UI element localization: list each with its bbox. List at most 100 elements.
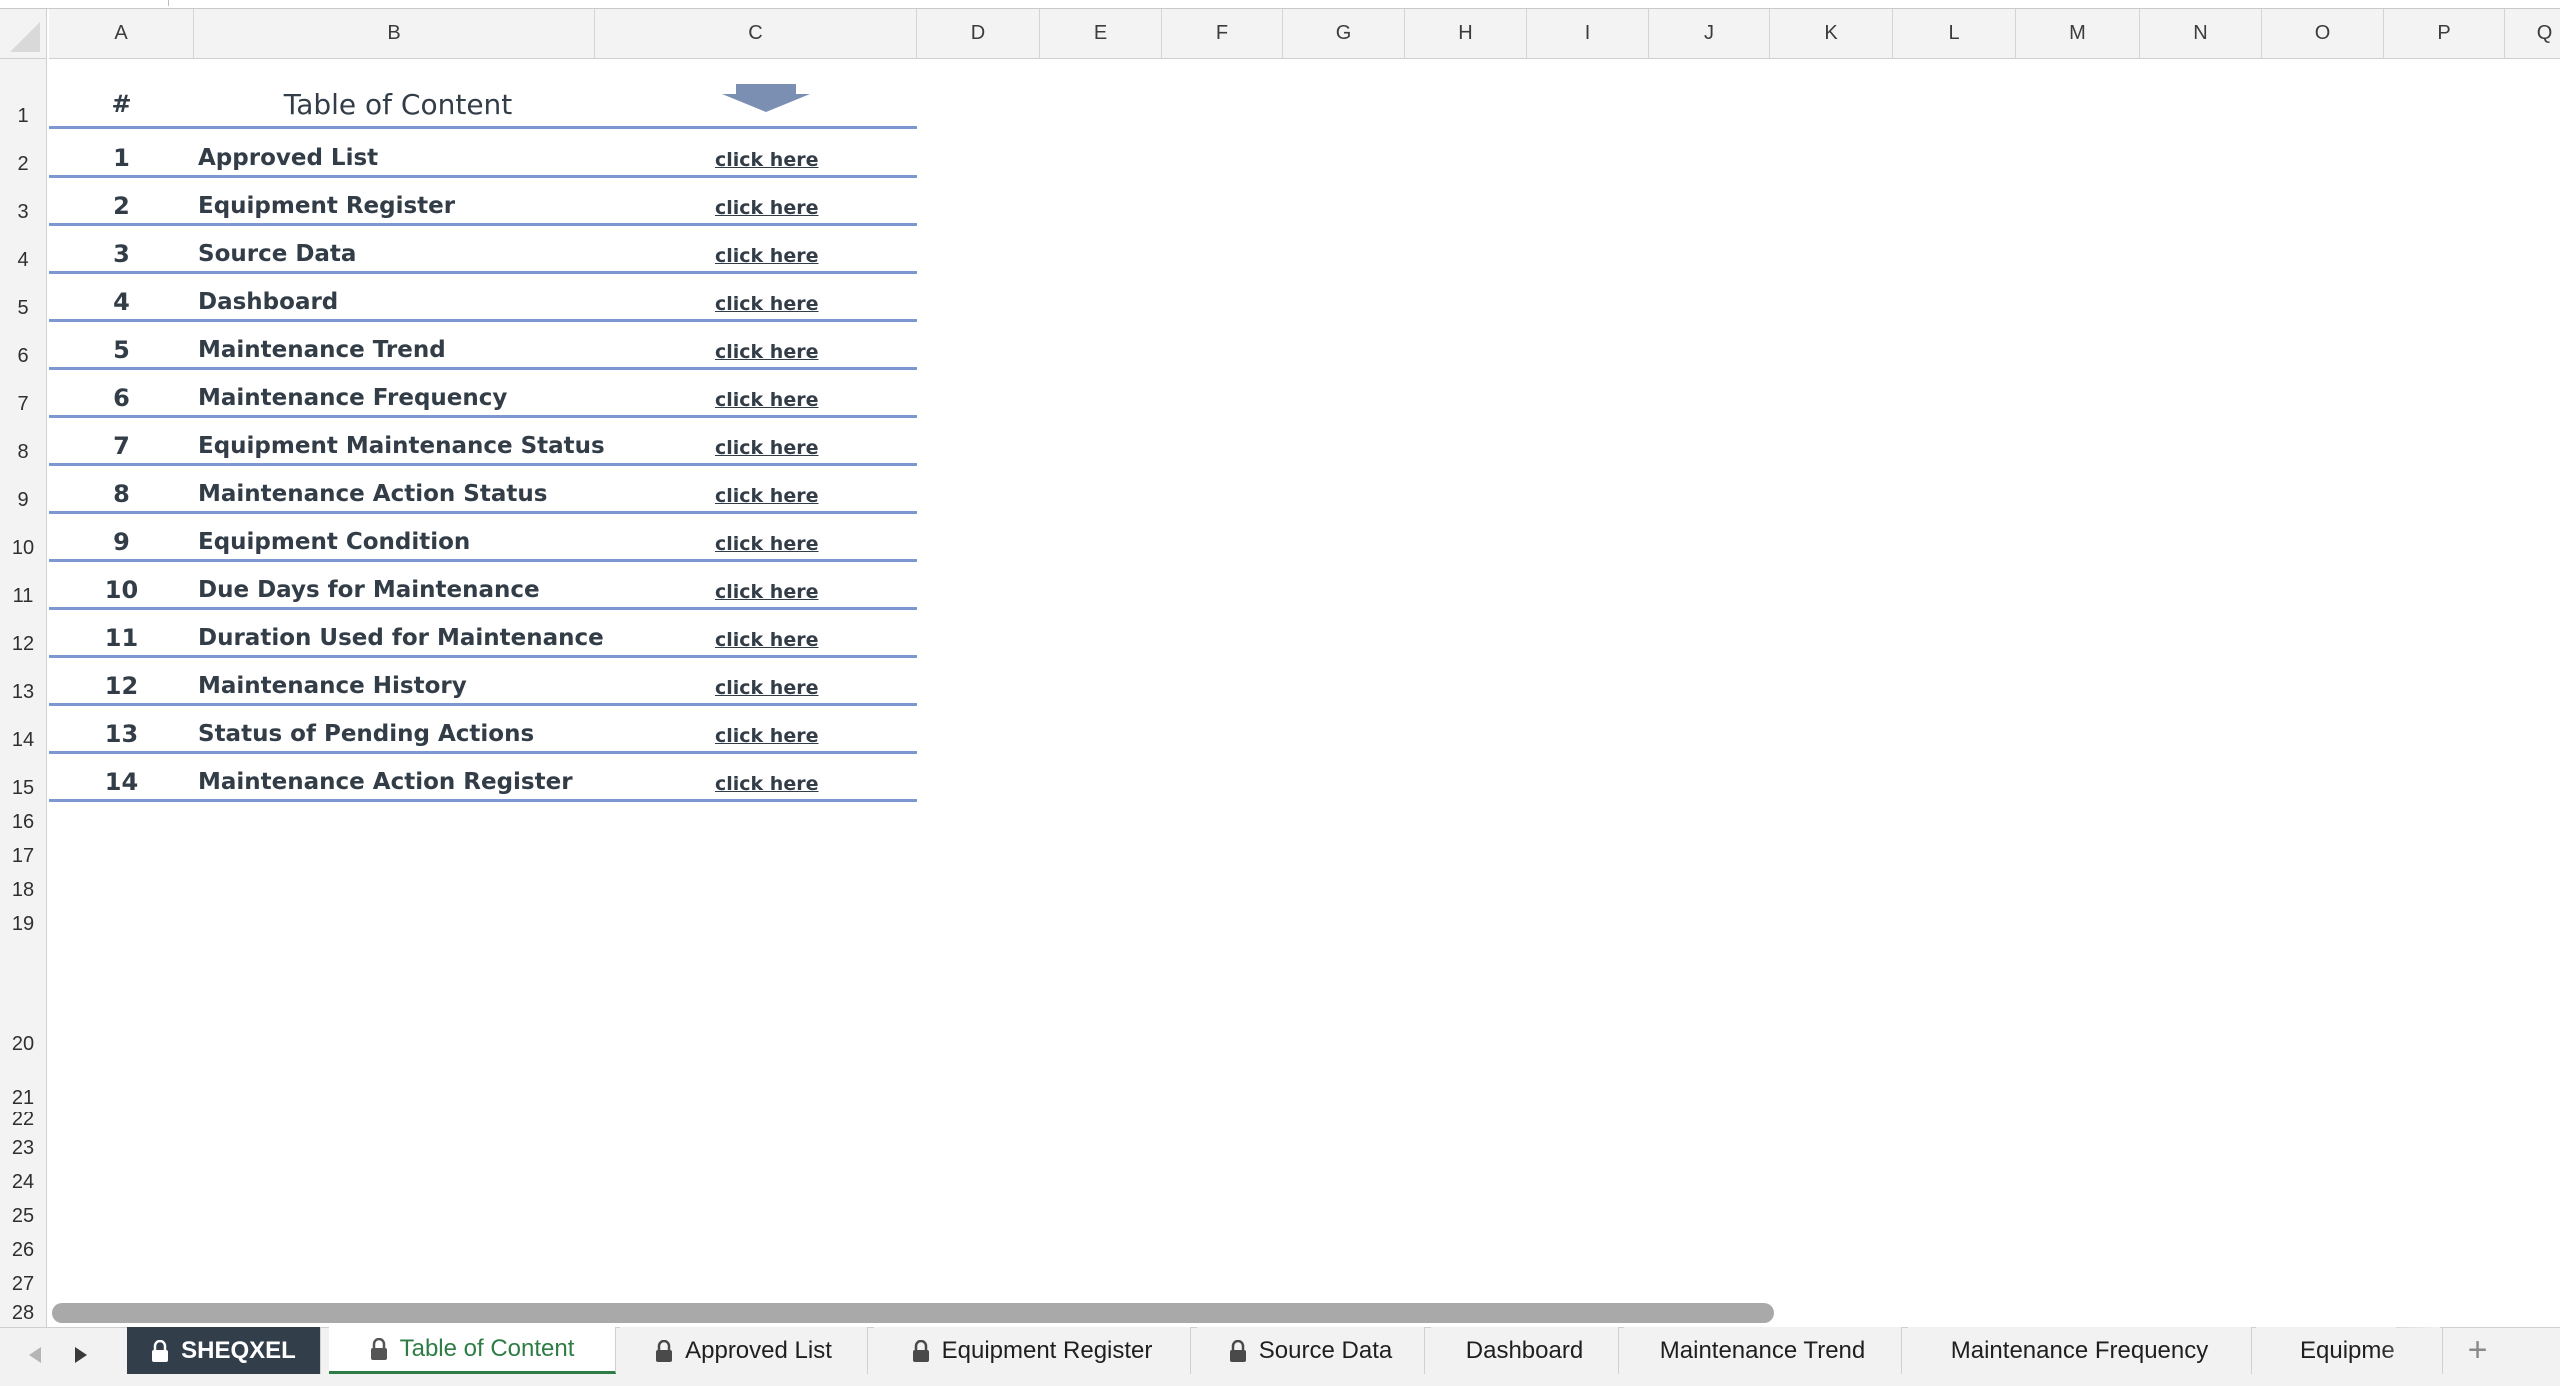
row-header-20[interactable]: 20 [0, 938, 47, 1058]
click-here-link[interactable]: click here [715, 725, 818, 747]
tab-label: Source Data [1258, 1336, 1393, 1364]
row-header-10[interactable]: 10 [0, 514, 47, 562]
tab-label: Maintenance Trend [1659, 1336, 1866, 1364]
row-header-25[interactable]: 25 [0, 1196, 47, 1230]
tab-maintenance-frequency[interactable]: Maintenance Frequency [1908, 1327, 2252, 1374]
row-underline [49, 415, 917, 418]
click-here-link[interactable]: click here [715, 677, 818, 699]
column-header-g[interactable]: G [1283, 9, 1405, 59]
row-header-16[interactable]: 16 [0, 802, 47, 836]
toc-item-label: Status of Pending Actions [198, 721, 535, 747]
row-underline [49, 511, 917, 514]
click-here-link[interactable]: click here [715, 533, 818, 555]
tab-table-of-content[interactable]: Table of Content [329, 1327, 616, 1374]
row-header-11[interactable]: 11 [0, 562, 47, 610]
header-underline [49, 126, 917, 129]
click-here-link[interactable]: click here [715, 341, 818, 363]
row-header-18[interactable]: 18 [0, 870, 47, 904]
horizontal-scrollbar[interactable] [52, 1303, 1774, 1323]
row-header-5[interactable]: 5 [0, 274, 47, 322]
click-here-link[interactable]: click here [715, 629, 818, 651]
spreadsheet: ABCDEFGHIJKLMNOPQ 1 2 3 4 5 6 7 8 9 10 11 12 13 14 15 1… [0, 0, 2560, 1386]
tab-maintenance-trend[interactable]: Maintenance Trend [1624, 1327, 1902, 1374]
row-header-26[interactable]: 26 [0, 1230, 47, 1264]
row-header-2[interactable]: 2 [0, 130, 47, 178]
select-all-corner[interactable] [0, 9, 47, 59]
click-here-link[interactable]: click here [715, 149, 818, 171]
add-sheet-button[interactable]: + [2442, 1327, 2512, 1374]
row-header-17[interactable]: 17 [0, 836, 47, 870]
triangle-right-icon [75, 1347, 87, 1363]
column-header-a[interactable]: A [49, 9, 194, 59]
row-header-28[interactable]: 28 [0, 1298, 47, 1327]
toc-item-number: 2 [113, 192, 130, 220]
column-header-j[interactable]: J [1649, 9, 1770, 59]
tab-label: Approved List [685, 1336, 832, 1364]
column-header-o[interactable]: O [2262, 9, 2384, 59]
column-header-i[interactable]: I [1527, 9, 1649, 59]
row-header-9[interactable]: 9 [0, 466, 47, 514]
column-header-e[interactable]: E [1040, 9, 1162, 59]
click-here-link[interactable]: click here [715, 389, 818, 411]
column-header-k[interactable]: K [1770, 9, 1893, 59]
toc-item-label: Equipment Maintenance Status [198, 433, 605, 459]
row-header-3[interactable]: 3 [0, 178, 47, 226]
tab-label: Dashboard [1465, 1336, 1584, 1364]
toc-item-number: 14 [104, 768, 139, 796]
row-header-13[interactable]: 13 [0, 658, 47, 706]
row-header-27[interactable]: 27 [0, 1264, 47, 1298]
click-here-link[interactable]: click here [715, 773, 818, 795]
column-header-m[interactable]: M [2016, 9, 2140, 59]
column-header-n[interactable]: N [2140, 9, 2262, 59]
row-header-7[interactable]: 7 [0, 370, 47, 418]
toc-item-number: 9 [113, 528, 130, 556]
next-sheet-button[interactable] [66, 1338, 96, 1372]
row-header-12[interactable]: 12 [0, 610, 47, 658]
row-underline [49, 367, 917, 370]
toc-item-number: 8 [113, 480, 130, 508]
toc-item-number: 4 [113, 288, 130, 316]
column-header-b[interactable]: B [194, 9, 595, 59]
column-header-p[interactable]: P [2384, 9, 2505, 59]
row-header-23[interactable]: 23 [0, 1128, 47, 1162]
column-header-d[interactable]: D [917, 9, 1040, 59]
toc-title: Table of Content [283, 88, 513, 121]
prev-sheet-button[interactable] [20, 1338, 50, 1372]
column-header-f[interactable]: F [1162, 9, 1283, 59]
row-header-15[interactable]: 15 [0, 754, 47, 802]
row-header-8[interactable]: 8 [0, 418, 47, 466]
tab-equipmen[interactable]: Equipmen [2256, 1327, 2396, 1374]
tab-equipment-register[interactable]: Equipment Register [874, 1327, 1191, 1374]
tab-source-data[interactable]: Source Data [1197, 1327, 1425, 1374]
toc-item-label: Maintenance History [198, 673, 467, 699]
row-header-22[interactable]: 22 [0, 1112, 47, 1128]
click-here-link[interactable]: click here [715, 485, 818, 507]
column-header-c[interactable]: C [595, 9, 917, 59]
click-here-link[interactable]: click here [715, 581, 818, 603]
row-header-6[interactable]: 6 [0, 322, 47, 370]
toc-item-number: 10 [104, 576, 139, 604]
row-header-1[interactable]: 1 [0, 59, 47, 130]
tab-label: SHEQXEL [181, 1336, 296, 1364]
row-header-21[interactable]: 21 [0, 1058, 47, 1112]
toc-item-label: Dashboard [198, 289, 339, 315]
row-underline [49, 751, 917, 754]
toc-item-number: 13 [104, 720, 139, 748]
click-here-link[interactable]: click here [715, 437, 818, 459]
row-header-14[interactable]: 14 [0, 706, 47, 754]
tab-dashboard[interactable]: Dashboard [1431, 1327, 1619, 1374]
tab-overflow-fade [2380, 1327, 2440, 1374]
lock-icon [152, 1339, 169, 1362]
tab-sheqxel[interactable]: SHEQXEL [127, 1327, 321, 1374]
column-header-q[interactable]: Q [2505, 9, 2560, 59]
toc-item-label: Maintenance Action Register [198, 769, 573, 795]
column-header-l[interactable]: L [1893, 9, 2016, 59]
click-here-link[interactable]: click here [715, 197, 818, 219]
column-header-h[interactable]: H [1405, 9, 1527, 59]
row-header-24[interactable]: 24 [0, 1162, 47, 1196]
row-header-19[interactable]: 19 [0, 904, 47, 938]
click-here-link[interactable]: click here [715, 245, 818, 267]
click-here-link[interactable]: click here [715, 293, 818, 315]
tab-approved-list[interactable]: Approved List [620, 1327, 868, 1374]
row-header-4[interactable]: 4 [0, 226, 47, 274]
